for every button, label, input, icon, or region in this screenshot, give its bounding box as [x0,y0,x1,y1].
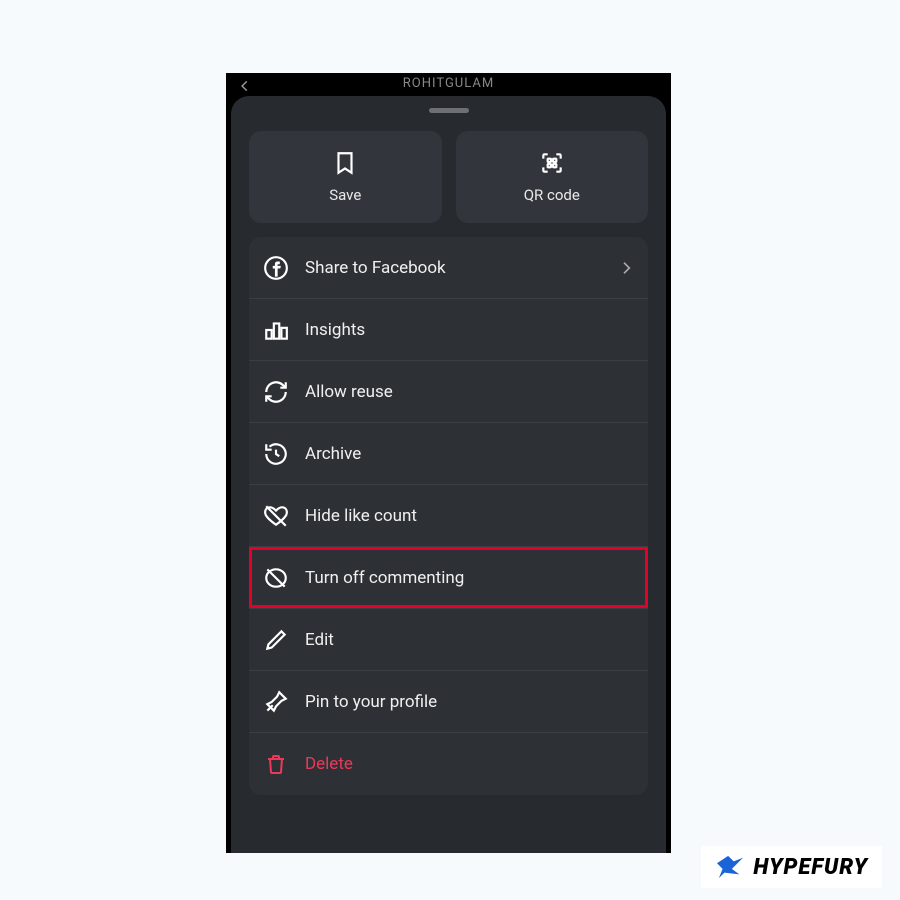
phone-header: ROHITGULAM [226,73,671,91]
sheet-grabber[interactable] [429,108,469,113]
qr-label: QR code [524,186,580,204]
archive-item[interactable]: Archive [249,423,648,485]
hypefury-text: HYPEFURY [753,855,868,880]
turn-off-commenting-item[interactable]: Turn off commenting [249,547,648,609]
edit-item[interactable]: Edit [249,609,648,671]
menu-list: Share to Facebook Insights Allow reuse [249,237,648,795]
save-label: Save [329,186,361,204]
insights-icon [263,317,289,343]
hide-like-count-item[interactable]: Hide like count [249,485,648,547]
turn-off-commenting-label: Turn off commenting [305,568,464,588]
insights-item[interactable]: Insights [249,299,648,361]
share-facebook-item[interactable]: Share to Facebook [249,237,648,299]
header-username: ROHITGULAM [403,76,494,91]
insights-label: Insights [305,320,365,340]
allow-reuse-item[interactable]: Allow reuse [249,361,648,423]
bottom-sheet: Save QR code Share to F [231,96,666,853]
top-button-row: Save QR code [231,131,666,237]
qr-code-icon [539,150,565,176]
share-facebook-label: Share to Facebook [305,258,446,278]
pin-icon [263,689,289,715]
hide-like-label: Hide like count [305,506,417,526]
delete-label: Delete [305,754,353,774]
delete-item[interactable]: Delete [249,733,648,795]
archive-label: Archive [305,444,361,464]
phone-frame: ROHITGULAM Save QR code [226,73,671,853]
trash-icon [263,751,289,777]
hypefury-bird-icon [715,854,745,880]
facebook-icon [263,255,289,281]
comment-off-icon [263,565,289,591]
qr-code-button[interactable]: QR code [456,131,649,223]
save-button[interactable]: Save [249,131,442,223]
back-chevron-icon[interactable] [238,79,252,93]
hide-like-icon [263,503,289,529]
bookmark-icon [332,150,358,176]
allow-reuse-label: Allow reuse [305,382,393,402]
hypefury-watermark: HYPEFURY [701,846,882,888]
archive-icon [263,441,289,467]
edit-icon [263,627,289,653]
edit-label: Edit [305,630,334,650]
chevron-right-icon [618,260,634,276]
pin-profile-item[interactable]: Pin to your profile [249,671,648,733]
pin-profile-label: Pin to your profile [305,692,437,712]
reuse-icon [263,379,289,405]
